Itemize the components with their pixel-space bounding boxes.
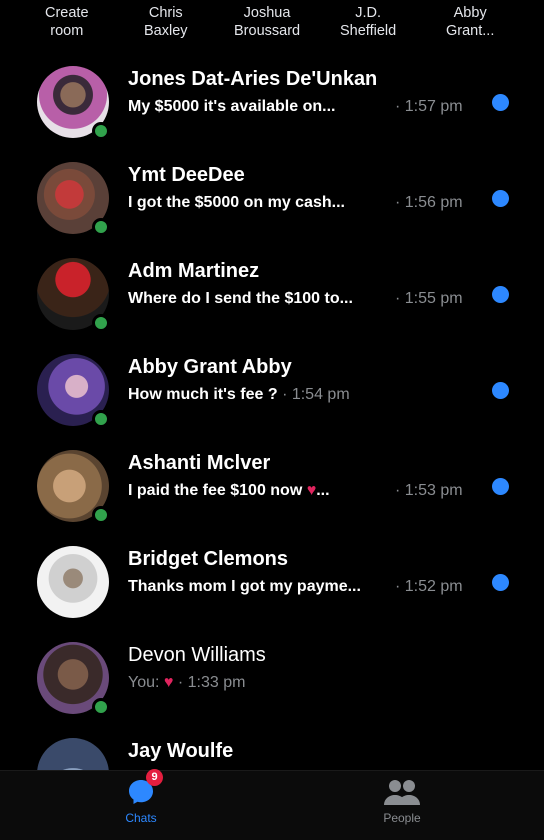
online-status-dot	[92, 698, 110, 716]
online-status-dot	[92, 218, 110, 236]
story-label-line1: Joshua	[243, 5, 291, 21]
chat-bubble-icon: 9	[124, 769, 163, 807]
contact-name: Devon Williams	[128, 644, 266, 666]
unread-badge: 9	[146, 769, 163, 786]
contact-name: Adm Martinez	[128, 260, 260, 282]
people-icon	[380, 777, 424, 807]
active-contact-chris-baxley[interactable]: Chris Baxley	[144, 4, 188, 40]
message-time: · 1:52 pm	[395, 578, 463, 595]
story-label-line2: Grant...	[446, 23, 495, 39]
online-status-dot	[92, 506, 110, 524]
unread-dot	[492, 94, 509, 111]
story-label-line2: room	[50, 23, 84, 39]
chat-row[interactable]: Ymt DeeDee I got the $5000 on my cash...…	[0, 162, 544, 258]
story-label-line2: Sheffield	[340, 23, 397, 39]
online-status-dot	[92, 122, 110, 140]
avatar	[37, 546, 109, 618]
message-time: · 1:53 pm	[395, 482, 463, 499]
contact-name: Bridget Clemons	[128, 548, 289, 570]
unread-dot	[492, 574, 509, 591]
heart-icon: ♥	[163, 674, 174, 691]
message-preview: You: ♥ · 1:33 pm	[128, 674, 246, 691]
unread-dot	[492, 382, 509, 399]
chat-row[interactable]: Devon Williams You: ♥ · 1:33 pm	[0, 642, 544, 738]
unread-dot	[492, 478, 509, 495]
heart-icon: ♥	[306, 482, 317, 499]
chat-row[interactable]: Adm Martinez Where do I send the $100 to…	[0, 258, 544, 354]
story-label-line1: Create	[45, 5, 89, 21]
chat-row[interactable]: Bridget Clemons Thanks mom I got my paym…	[0, 546, 544, 642]
unread-dot	[492, 286, 509, 303]
message-time: · 1:33 pm	[177, 674, 246, 691]
message-time: · 1:54 pm	[282, 386, 350, 403]
message-preview: How much it's fee ? · 1:54 pm	[128, 386, 350, 403]
message-preview: I paid the fee $100 now ♥...	[128, 482, 330, 499]
bottom-tab-bar: 9 Chats People	[0, 769, 544, 840]
online-status-dot	[92, 314, 110, 332]
tab-label: People	[383, 811, 421, 825]
contact-name: Ashanti Mclver	[128, 452, 271, 474]
active-people-row: Create room Chris Baxley Joshua Broussar…	[0, 0, 544, 50]
story-label-line2: Broussard	[234, 23, 301, 39]
message-time: · 1:57 pm	[395, 98, 463, 115]
unread-dot	[492, 190, 509, 207]
contact-name: Jay Woulfe	[128, 740, 234, 762]
story-label-line1: Chris	[148, 5, 183, 21]
active-contact-abby-grant[interactable]: Abby Grant...	[446, 4, 494, 40]
message-preview: Thanks mom I got my payme...	[128, 578, 361, 595]
tab-people[interactable]: People	[380, 777, 424, 825]
online-status-dot	[92, 410, 110, 428]
message-time: · 1:55 pm	[395, 290, 463, 307]
active-contact-joshua-broussard[interactable]: Joshua Broussard	[234, 4, 300, 40]
tab-label: Chats	[125, 811, 157, 825]
contact-name: Abby Grant Abby	[128, 356, 292, 378]
contact-name: Ymt DeeDee	[128, 164, 245, 186]
create-room-button[interactable]: Create room	[45, 4, 89, 40]
chat-row[interactable]: Abby Grant Abby How much it's fee ? · 1:…	[0, 354, 544, 450]
message-preview: I got the $5000 on my cash...	[128, 194, 345, 211]
active-contact-jd-sheffield[interactable]: J.D. Sheffield	[340, 4, 396, 40]
story-label-line2: Baxley	[144, 23, 188, 39]
message-preview: My $5000 it's available on...	[128, 98, 336, 115]
chat-row[interactable]: Jones Dat-Aries De'Unkan My $5000 it's a…	[0, 66, 544, 162]
story-label-line1: Abby	[453, 5, 487, 21]
message-time: · 1:56 pm	[395, 194, 463, 211]
story-label-line1: J.D.	[355, 5, 381, 21]
tab-chats[interactable]: 9 Chats	[124, 769, 163, 825]
message-preview: Where do I send the $100 to...	[128, 290, 353, 307]
contact-name: Jones Dat-Aries De'Unkan	[128, 68, 378, 90]
chat-row[interactable]: Ashanti Mclver I paid the fee $100 now ♥…	[0, 450, 544, 546]
